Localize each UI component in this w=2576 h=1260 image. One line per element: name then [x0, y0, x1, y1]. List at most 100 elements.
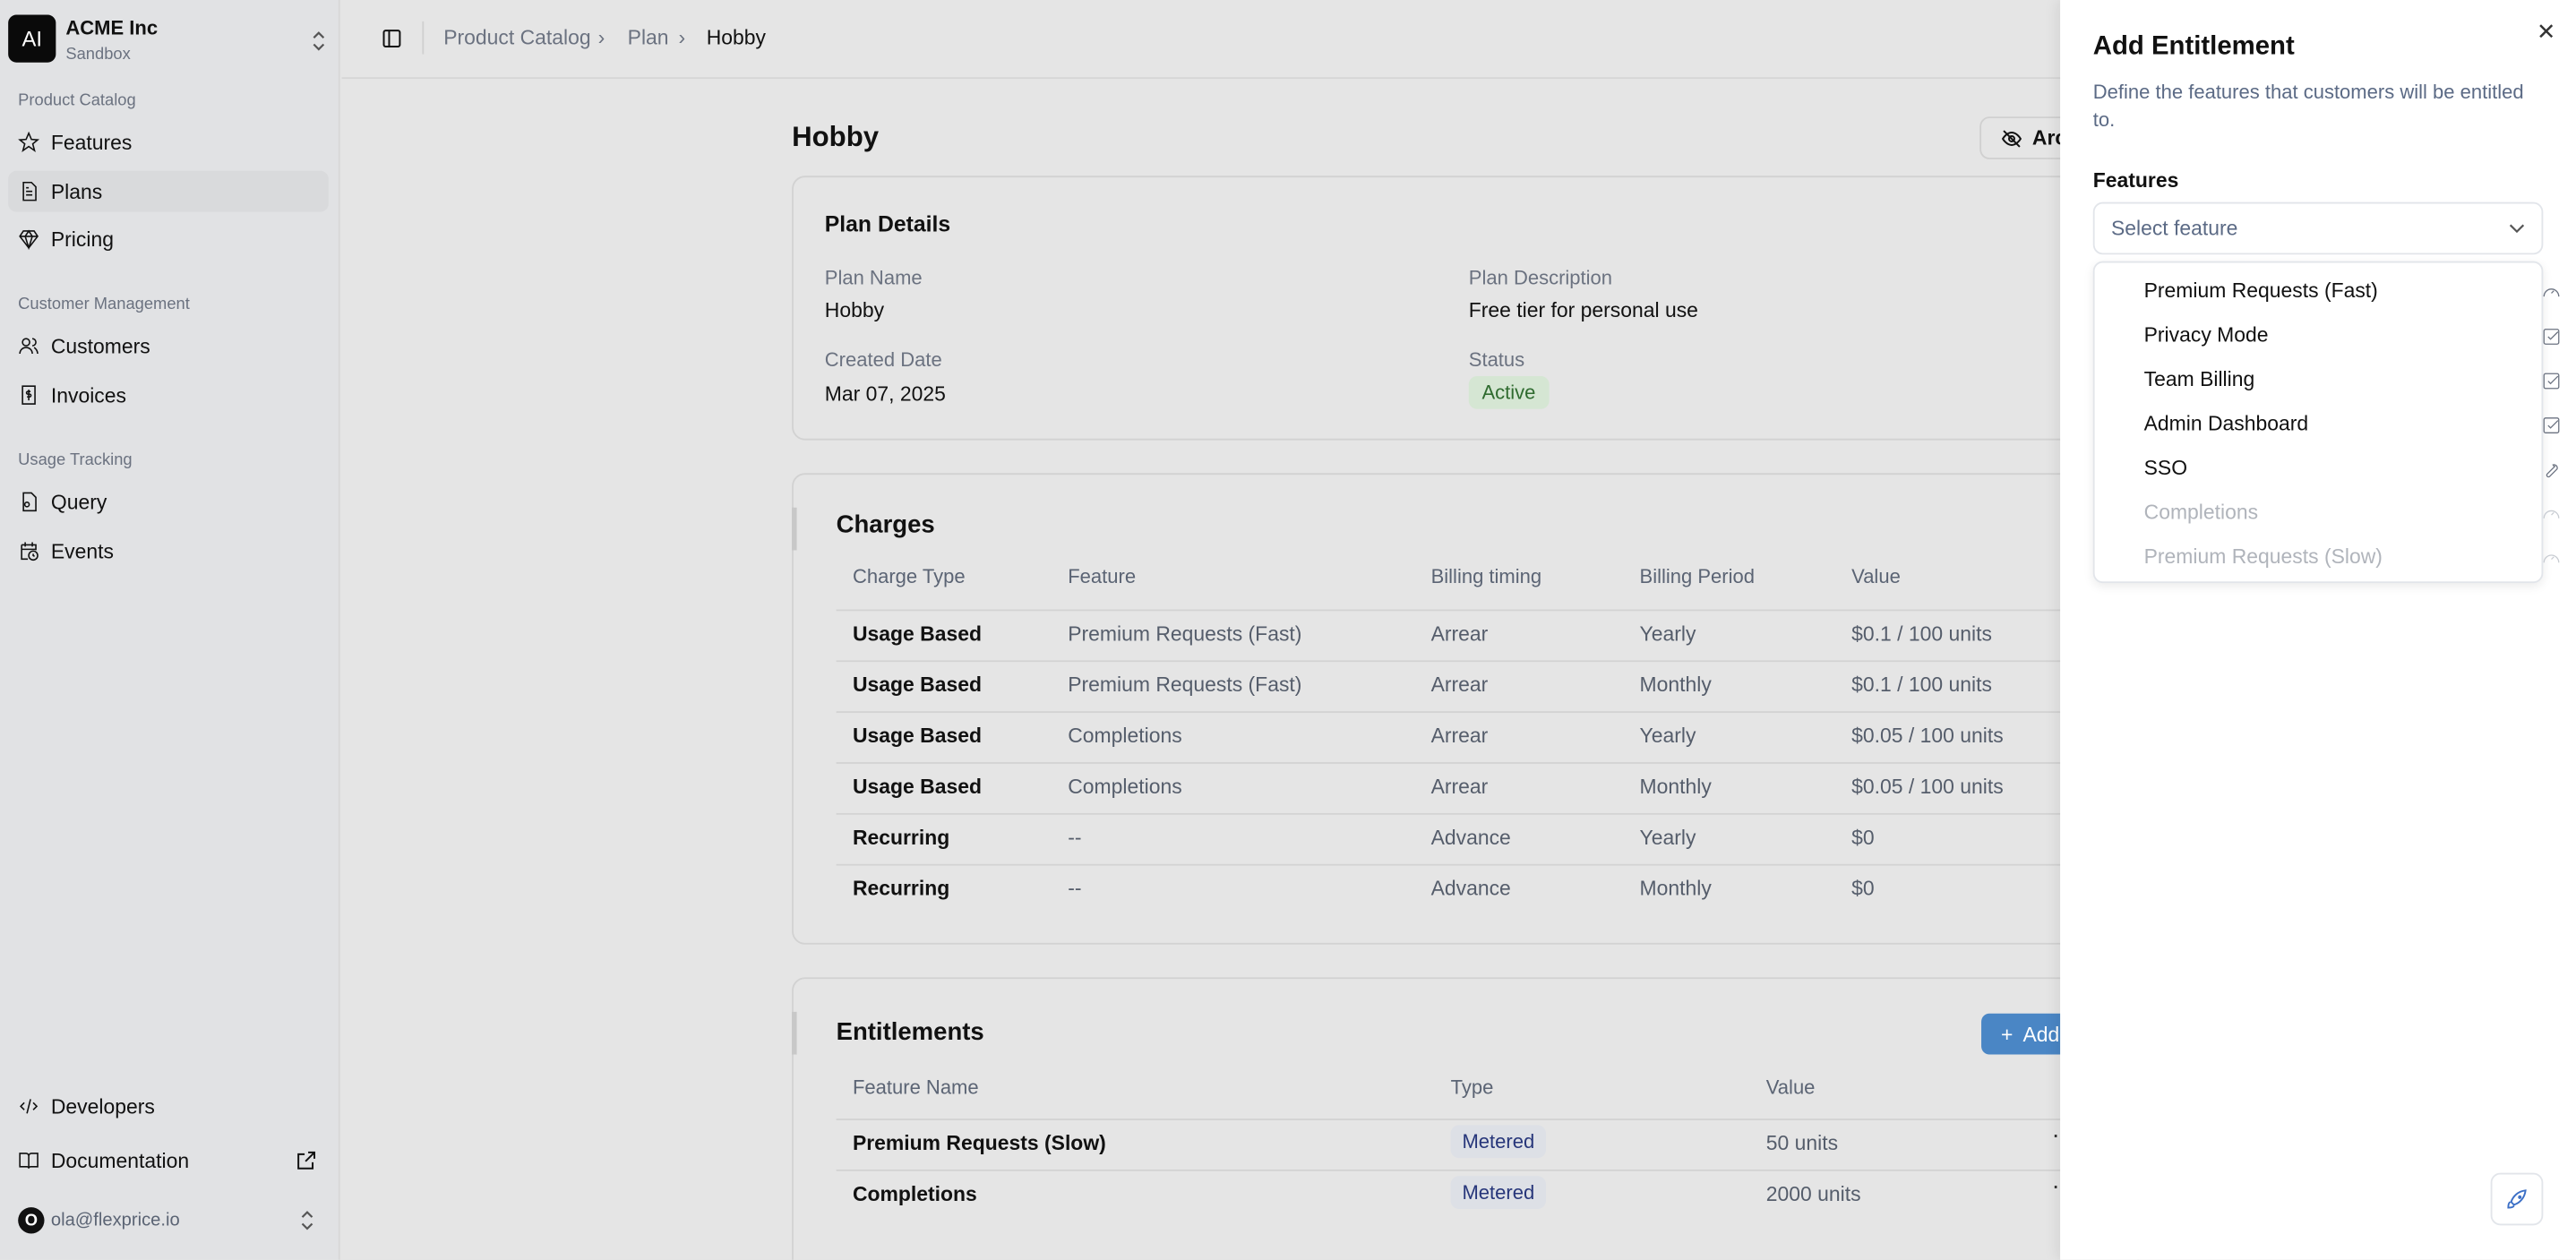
nav-label: Query	[50, 490, 107, 514]
sidebar-item-events[interactable]: Events	[8, 530, 329, 571]
dropdown-option: Completions	[2095, 498, 2560, 543]
nav-label: Developers	[50, 1094, 155, 1119]
code-icon	[20, 1099, 39, 1114]
table-cell: Advance	[1430, 877, 1511, 901]
divider	[422, 21, 425, 55]
checkbox-icon	[2542, 325, 2562, 345]
org-env: Sandbox	[65, 46, 131, 64]
table-cell: $0	[1851, 877, 1875, 901]
type-badge: Metered	[1450, 1125, 1547, 1159]
dropdown-option[interactable]: Privacy Mode	[2095, 321, 2560, 365]
table-cell: Usage Based	[852, 724, 982, 748]
option-label: Completions	[2143, 501, 2259, 525]
sidebar-item-plans[interactable]: Plans	[8, 170, 329, 212]
section-product-catalog: Product Catalog	[18, 91, 136, 110]
card-title: Entitlements	[836, 1018, 984, 1047]
dropdown-option: Premium Requests (Slow)	[2095, 542, 2560, 587]
table-cell: $0.1 / 100 units	[1851, 622, 1992, 646]
users-icon	[19, 338, 39, 355]
type-badge: Metered	[1450, 1176, 1547, 1209]
table-cell: $0.1 / 100 units	[1851, 673, 1992, 697]
sidebar-item-documentation[interactable]: Documentation	[8, 1140, 329, 1181]
option-label: SSO	[2143, 456, 2188, 480]
created-label: Created Date	[824, 347, 942, 372]
nav-label: Pricing	[50, 227, 114, 251]
column-header: Feature	[1068, 564, 1137, 588]
table-cell: Yearly	[1639, 724, 1696, 748]
nav-label: Plans	[50, 179, 103, 203]
table-row: Usage Based Completions Arrear Yearly $0.05 …	[794, 711, 2141, 762]
table-cell: Usage Based	[852, 622, 982, 646]
breadcrumb-plan[interactable]: Plan	[628, 26, 669, 49]
option-label: Team Billing	[2143, 367, 2255, 391]
table-cell: --	[1068, 877, 1082, 901]
table-cell: Arrear	[1430, 622, 1489, 646]
breadcrumb-product-catalog[interactable]: Product Catalog	[443, 26, 590, 49]
external-link-icon[interactable]	[296, 1150, 317, 1171]
receipt-icon	[21, 385, 36, 405]
add-label: Add	[2022, 1022, 2060, 1046]
entitlements-card: Entitlements + Add Feature Name Type Value P…	[792, 977, 2151, 1260]
sidebar-toggle-icon[interactable]	[382, 28, 403, 49]
sidebar-item-invoices[interactable]: Invoices	[8, 374, 329, 416]
org-name[interactable]: ACME Inc	[65, 16, 158, 39]
table-cell: Premium Requests (Fast)	[1068, 622, 1302, 646]
feature-dropdown: Premium Requests (Fast) Privacy Mode Team …	[2092, 261, 2560, 587]
chevrons-updown-icon[interactable]	[299, 1209, 315, 1232]
table-row[interactable]: Premium Requests (Slow)Metered50 units⋯	[794, 1119, 2141, 1170]
sidebar-item-customers[interactable]: Customers	[8, 325, 329, 366]
table-row: Usage Based Premium Requests (Fast) Arrear…	[794, 609, 2141, 660]
plan-desc: Free tier for personal use	[1468, 298, 1698, 322]
table-row: Usage Based Premium Requests (Fast) Arrear…	[794, 660, 2141, 711]
table-row[interactable]: CompletionsMetered2000 units⋯	[794, 1170, 2141, 1221]
sidebar-item-features[interactable]: Features	[8, 122, 329, 163]
table-cell: Arrear	[1430, 673, 1489, 697]
table-cell: Premium Requests (Fast)	[1068, 673, 1302, 697]
option-label: Privacy Mode	[2143, 323, 2269, 347]
table-row: Usage Based Completions Arrear Monthly $0.05…	[794, 762, 2141, 813]
dropdown-option[interactable]: Team Billing	[2095, 364, 2560, 409]
plan-name: Hobby	[824, 298, 885, 322]
table-cell: Monthly	[1639, 775, 1712, 799]
chevrons-updown-icon[interactable]	[311, 30, 327, 53]
dropdown-option[interactable]: SSO	[2095, 453, 2558, 498]
status-label: Status	[1468, 347, 1525, 372]
created-date: Mar 07, 2025	[824, 382, 946, 407]
close-icon[interactable]: ✕	[2537, 18, 2556, 46]
accent-bar	[792, 1011, 797, 1055]
rocket-icon	[2507, 1189, 2527, 1209]
user-avatar: O	[18, 1207, 45, 1234]
column-header: Billing timing	[1430, 564, 1542, 588]
charges-card: Charges Charge Type Feature Billing timing…	[792, 473, 2151, 945]
sidebar-item-developers[interactable]: Developers	[8, 1085, 329, 1127]
sidebar-item-query[interactable]: Query	[8, 481, 329, 522]
table-cell: Advance	[1430, 826, 1511, 850]
add-entitlement-sheet: ✕ Add Entitlement Define the features th…	[2060, 0, 2576, 1260]
breadcrumb-separator: ›	[597, 26, 605, 50]
column-header: Charge Type	[852, 564, 966, 588]
table-row: Recurring -- Advance Yearly $0	[794, 813, 2141, 864]
sidebar-item-pricing[interactable]: Pricing	[8, 219, 329, 260]
table-cell: Monthly	[1639, 877, 1712, 901]
option-label: Premium Requests (Fast)	[2143, 279, 2378, 303]
user-email[interactable]: ola@flexprice.io	[51, 1211, 180, 1230]
plan-name-label: Plan Name	[824, 266, 923, 289]
nav-label: Documentation	[50, 1149, 190, 1172]
dropdown-option[interactable]: Admin Dashboard	[2095, 409, 2560, 454]
sheet-title: Add Entitlement	[2092, 32, 2295, 61]
nav-label: Invoices	[50, 383, 126, 407]
checkbox-icon	[2542, 414, 2562, 433]
chevron-down-icon	[2509, 224, 2525, 234]
org-logo: AI	[8, 14, 56, 63]
status-badge: Active	[1468, 376, 1550, 409]
gauge-icon	[2542, 547, 2562, 567]
nav-label: Features	[50, 130, 133, 154]
gauge-icon	[2542, 502, 2562, 522]
rocket-button[interactable]	[2490, 1172, 2544, 1226]
select-placeholder: Select feature	[2110, 217, 2238, 240]
section-usage-tracking: Usage Tracking	[18, 451, 133, 470]
dropdown-option[interactable]: Premium Requests (Fast)	[2095, 276, 2560, 321]
feature-name: Completions	[852, 1182, 977, 1206]
feature-select[interactable]: Select feature	[2092, 201, 2544, 255]
feature-name: Premium Requests (Slow)	[852, 1131, 1106, 1155]
